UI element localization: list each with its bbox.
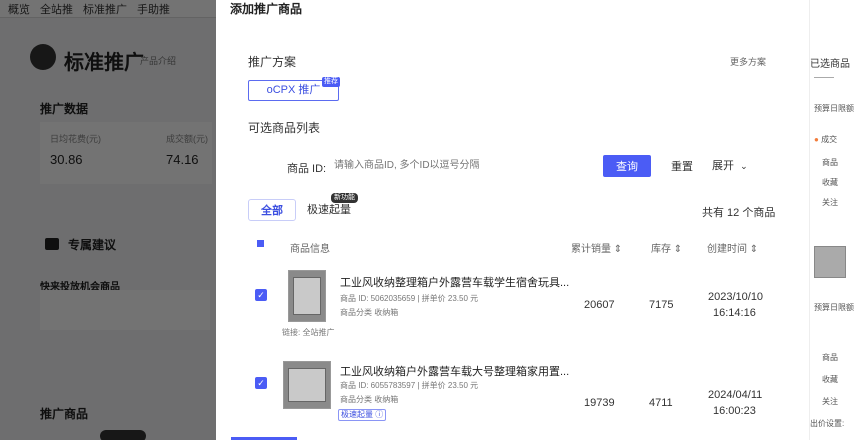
select-all-checkbox[interactable] (257, 240, 264, 247)
created-time: 16:14:16 (713, 307, 756, 319)
col-created-label: 创建时间 (707, 244, 747, 255)
panel-setting: 出价设置: (810, 419, 845, 428)
stock-value: 7175 (649, 299, 674, 311)
expand-button[interactable]: 展开 ⌄ (712, 157, 748, 173)
plan-label: 推广方案 (248, 55, 297, 69)
created-time: 16:00:23 (713, 405, 756, 417)
bg-metrics-card: 日均花费(元) 30.86 成交额(元) 74.16 (40, 122, 212, 184)
col-product-info: 商品信息 (290, 244, 330, 255)
bg-suggest-card (40, 290, 210, 330)
total-count: 共有 12 个商品 (702, 207, 776, 219)
tab-all[interactable]: 全部 (248, 199, 296, 221)
sort-icon: ⇕ (749, 244, 759, 255)
reset-button[interactable]: 重置 (662, 155, 702, 177)
panel-deal: ● 成交 (814, 134, 837, 145)
panel-daily: 预算日限额 (814, 104, 854, 113)
selected-products-panel: 已选商品 预算日限额 ● 成交 商品 收藏 关注 预算日限额 商品 收藏 关注 … (809, 0, 854, 440)
bg-metric2-label: 成交额(元) (166, 134, 208, 144)
bg-tab[interactable]: 手助推 (137, 1, 170, 17)
bg-tab[interactable]: 全站推 (40, 1, 73, 17)
selected-title: 已选商品 (810, 59, 850, 70)
product-id-input[interactable] (334, 154, 588, 176)
product-category: 商品分类 收纳箱 (340, 395, 399, 404)
ocpx-plan-button[interactable]: oCPX 推广 推荐 (248, 77, 340, 101)
panel-item: 商品 (822, 353, 838, 362)
product-meta: 商品 ID: 5062035659 | 拼单价 23.50 元 (340, 294, 479, 303)
bg-tab[interactable]: 概览 (8, 1, 30, 17)
suggest-icon (45, 238, 59, 250)
product-meta: 商品 ID: 6055783597 | 拼单价 23.50 元 (340, 381, 479, 390)
bg-title-sub[interactable]: 产品介绍 (140, 54, 176, 67)
background-tabs: 概览 全站推 标准推广 手助推 (0, 0, 216, 18)
panel-deal-label: 成交 (821, 135, 838, 144)
row-checkbox[interactable]: ✓ (255, 377, 267, 389)
more-plans-link[interactable]: 更多方案 (730, 55, 766, 68)
fast-volume-tag[interactable]: 极速起量 ⓘ (338, 409, 387, 421)
brand-logo-icon (30, 44, 56, 70)
sales-value: 20607 (584, 299, 615, 311)
bg-tab[interactable]: 标准推广 (83, 1, 127, 17)
bg-metric1-label: 日均花费(元) (50, 134, 101, 144)
sort-icon: ⇕ (613, 244, 623, 255)
created-date: 2024/04/11 (708, 389, 763, 401)
bg-metric2-value: 74.16 (166, 152, 199, 167)
bg-page-title: 标准推广 (64, 52, 144, 74)
bg-pill (100, 430, 146, 440)
product-thumbnail (288, 270, 326, 322)
col-sales-label: 累计销量 (571, 244, 611, 255)
panel-item: 关注 (822, 397, 838, 406)
help-icon: ⓘ (375, 410, 384, 419)
col-stock[interactable]: 库存 ⇕ (651, 240, 682, 255)
panel-divider (814, 77, 834, 78)
product-name[interactable]: 工业风收纳箱户外露营车载大号整理箱家用置... (340, 363, 569, 379)
list-label: 可选商品列表 (248, 121, 321, 135)
bg-section-suggest: 专属建议 (68, 238, 117, 252)
panel-item: 商品 (822, 158, 838, 167)
plan-badge: 推荐 (322, 77, 340, 87)
add-product-drawer: 添加推广商品 推广方案 更多方案 oCPX 推广 推荐 可选商品列表 商品 ID… (216, 0, 854, 440)
col-created[interactable]: 创建时间 ⇕ (707, 240, 758, 255)
stock-value: 4711 (649, 397, 673, 409)
plan-button-label: oCPX 推广 (266, 84, 321, 96)
row-checkbox[interactable]: ✓ (255, 289, 267, 301)
new-feature-badge: 新功能 (331, 193, 358, 203)
dot-icon: ● (814, 135, 819, 144)
panel-item: 收藏 (822, 178, 838, 187)
bg-metric1-value: 30.86 (50, 152, 83, 167)
panel-daily: 预算日限额 (814, 303, 854, 312)
col-sales[interactable]: 累计销量 ⇕ (571, 240, 622, 255)
col-stock-label: 库存 (651, 244, 671, 255)
sort-icon: ⇕ (673, 244, 683, 255)
product-category: 商品分类 收纳箱 (340, 308, 399, 317)
expand-label: 展开 (712, 160, 734, 172)
product-extra: 链接: 全站推广 (282, 328, 335, 337)
panel-item: 关注 (822, 198, 838, 207)
product-id-label: 商品 ID: (287, 163, 327, 175)
chevron-down-icon: ⌄ (740, 161, 748, 171)
product-name[interactable]: 工业风收纳整理箱户外露营车载学生宿舍玩具... (340, 274, 569, 290)
sales-value: 19739 (584, 397, 615, 409)
drawer-title: 添加推广商品 (230, 2, 303, 16)
background-page: 概览 全站推 标准推广 手助推 标准推广 产品介绍 推广数据 日均花费(元) 3… (0, 0, 216, 440)
selected-product-thumbnail (814, 246, 846, 278)
query-button[interactable]: 查询 (603, 155, 651, 177)
bg-section-products: 推广商品 (40, 407, 89, 421)
panel-item: 收藏 (822, 375, 838, 384)
fast-volume-tag-label: 极速起量 (341, 410, 373, 419)
bg-section-data: 推广数据 (40, 102, 89, 116)
product-thumbnail (283, 361, 331, 409)
created-date: 2023/10/10 (708, 291, 764, 303)
